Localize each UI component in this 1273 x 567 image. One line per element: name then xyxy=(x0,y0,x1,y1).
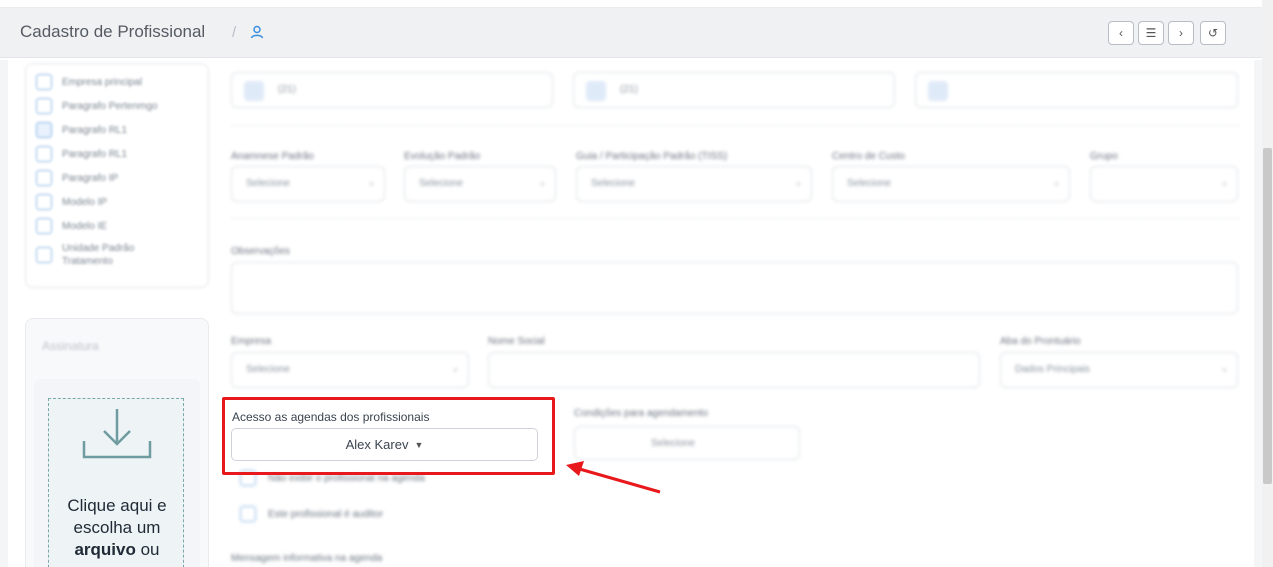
observacoes-textarea[interactable] xyxy=(231,262,1238,314)
history-icon: ↺ xyxy=(1207,26,1219,40)
whatsapp-field[interactable] xyxy=(915,72,1238,108)
chat-icon xyxy=(928,81,948,101)
evolucao-select[interactable]: Selecione ÷ xyxy=(404,166,556,202)
checkbox-item[interactable]: Unidade Padrão Tratamento xyxy=(36,242,162,268)
caret-down-icon: ▼ xyxy=(414,439,424,450)
grupo-select[interactable]: ÷ xyxy=(1090,166,1238,202)
user-icon[interactable] xyxy=(250,25,264,39)
mobile-icon xyxy=(586,81,606,101)
chevron-right-icon: › xyxy=(1179,26,1183,40)
checkbox[interactable] xyxy=(36,218,52,234)
checkbox[interactable] xyxy=(240,506,256,522)
phone-icon xyxy=(244,81,264,101)
checkbox-item[interactable]: Paragrafo RL1 xyxy=(36,146,127,162)
checkbox-item[interactable]: Paragrafo RL1 xyxy=(36,122,127,138)
signature-label: Assinatura xyxy=(42,339,99,353)
checkbox[interactable] xyxy=(36,194,52,210)
nome-social-input[interactable] xyxy=(488,352,980,388)
checkbox-item[interactable]: Modelo IE xyxy=(36,218,107,234)
agenda-access-label: Acesso as agendas dos profissionais xyxy=(232,410,430,424)
checkbox[interactable] xyxy=(36,146,52,162)
list-icon: ☰ xyxy=(1145,26,1157,40)
mobile-field[interactable]: (21) xyxy=(573,72,895,108)
history-button[interactable]: ↺ xyxy=(1200,21,1226,45)
agenda-access-value: Alex Karev xyxy=(345,437,409,452)
list-button[interactable]: ☰ xyxy=(1138,21,1164,45)
condicoes-select[interactable]: Selecione xyxy=(574,426,800,460)
centro-custo-select[interactable]: Selecione ÷ xyxy=(832,166,1070,202)
phone-field[interactable]: (21) xyxy=(231,72,553,108)
aba-prontuario-select[interactable]: Dados Principais ÷ xyxy=(1000,352,1238,388)
checkbox[interactable] xyxy=(36,122,52,138)
checkbox-item[interactable]: Modelo IP xyxy=(36,194,107,210)
app-window: Cadastro de Profissional / ‹ ☰ › ↺ Empre… xyxy=(0,0,1273,567)
annotation-arrow-icon xyxy=(566,461,661,494)
guia-select[interactable]: Selecione ÷ xyxy=(576,166,812,202)
auditor-checkbox-row[interactable]: Este profissional é auditor xyxy=(240,506,383,522)
checkbox-item[interactable]: Paragrafo IP xyxy=(36,170,118,186)
vertical-scrollbar[interactable] xyxy=(1262,0,1273,567)
page-header: Cadastro de Profissional / ‹ ☰ › ↺ xyxy=(0,0,1262,60)
checkbox[interactable] xyxy=(36,170,52,186)
agenda-access-dropdown[interactable]: Alex Karev ▼ xyxy=(231,428,538,461)
chevron-left-icon: ‹ xyxy=(1119,26,1123,40)
file-upload-dropzone[interactable]: Clique aqui e escolha um arquivo ou xyxy=(48,398,184,567)
empresa-select[interactable]: Selecione ÷ xyxy=(231,352,469,388)
checkbox[interactable] xyxy=(36,247,52,263)
upload-instructions: Clique aqui e escolha um arquivo ou xyxy=(67,496,167,559)
checkbox[interactable] xyxy=(36,74,52,90)
checkbox-item[interactable]: Empresa principal xyxy=(36,74,142,90)
breadcrumb-separator: / xyxy=(232,24,237,41)
previous-record-button[interactable]: ‹ xyxy=(1108,21,1134,45)
record-navigation: ‹ ☰ › ↺ xyxy=(1108,21,1226,45)
download-icon xyxy=(82,409,152,459)
next-record-button[interactable]: › xyxy=(1168,21,1194,45)
checkbox[interactable] xyxy=(36,98,52,114)
options-card: Empresa principal Paragrafo Pertenmgo Pa… xyxy=(25,63,209,288)
page-title: Cadastro de Profissional xyxy=(20,22,206,41)
anamnese-select[interactable]: Selecione ÷ xyxy=(231,166,385,202)
checkbox-item[interactable]: Paragrafo Pertenmgo xyxy=(36,98,158,114)
scrollbar-thumb[interactable] xyxy=(1263,148,1272,484)
